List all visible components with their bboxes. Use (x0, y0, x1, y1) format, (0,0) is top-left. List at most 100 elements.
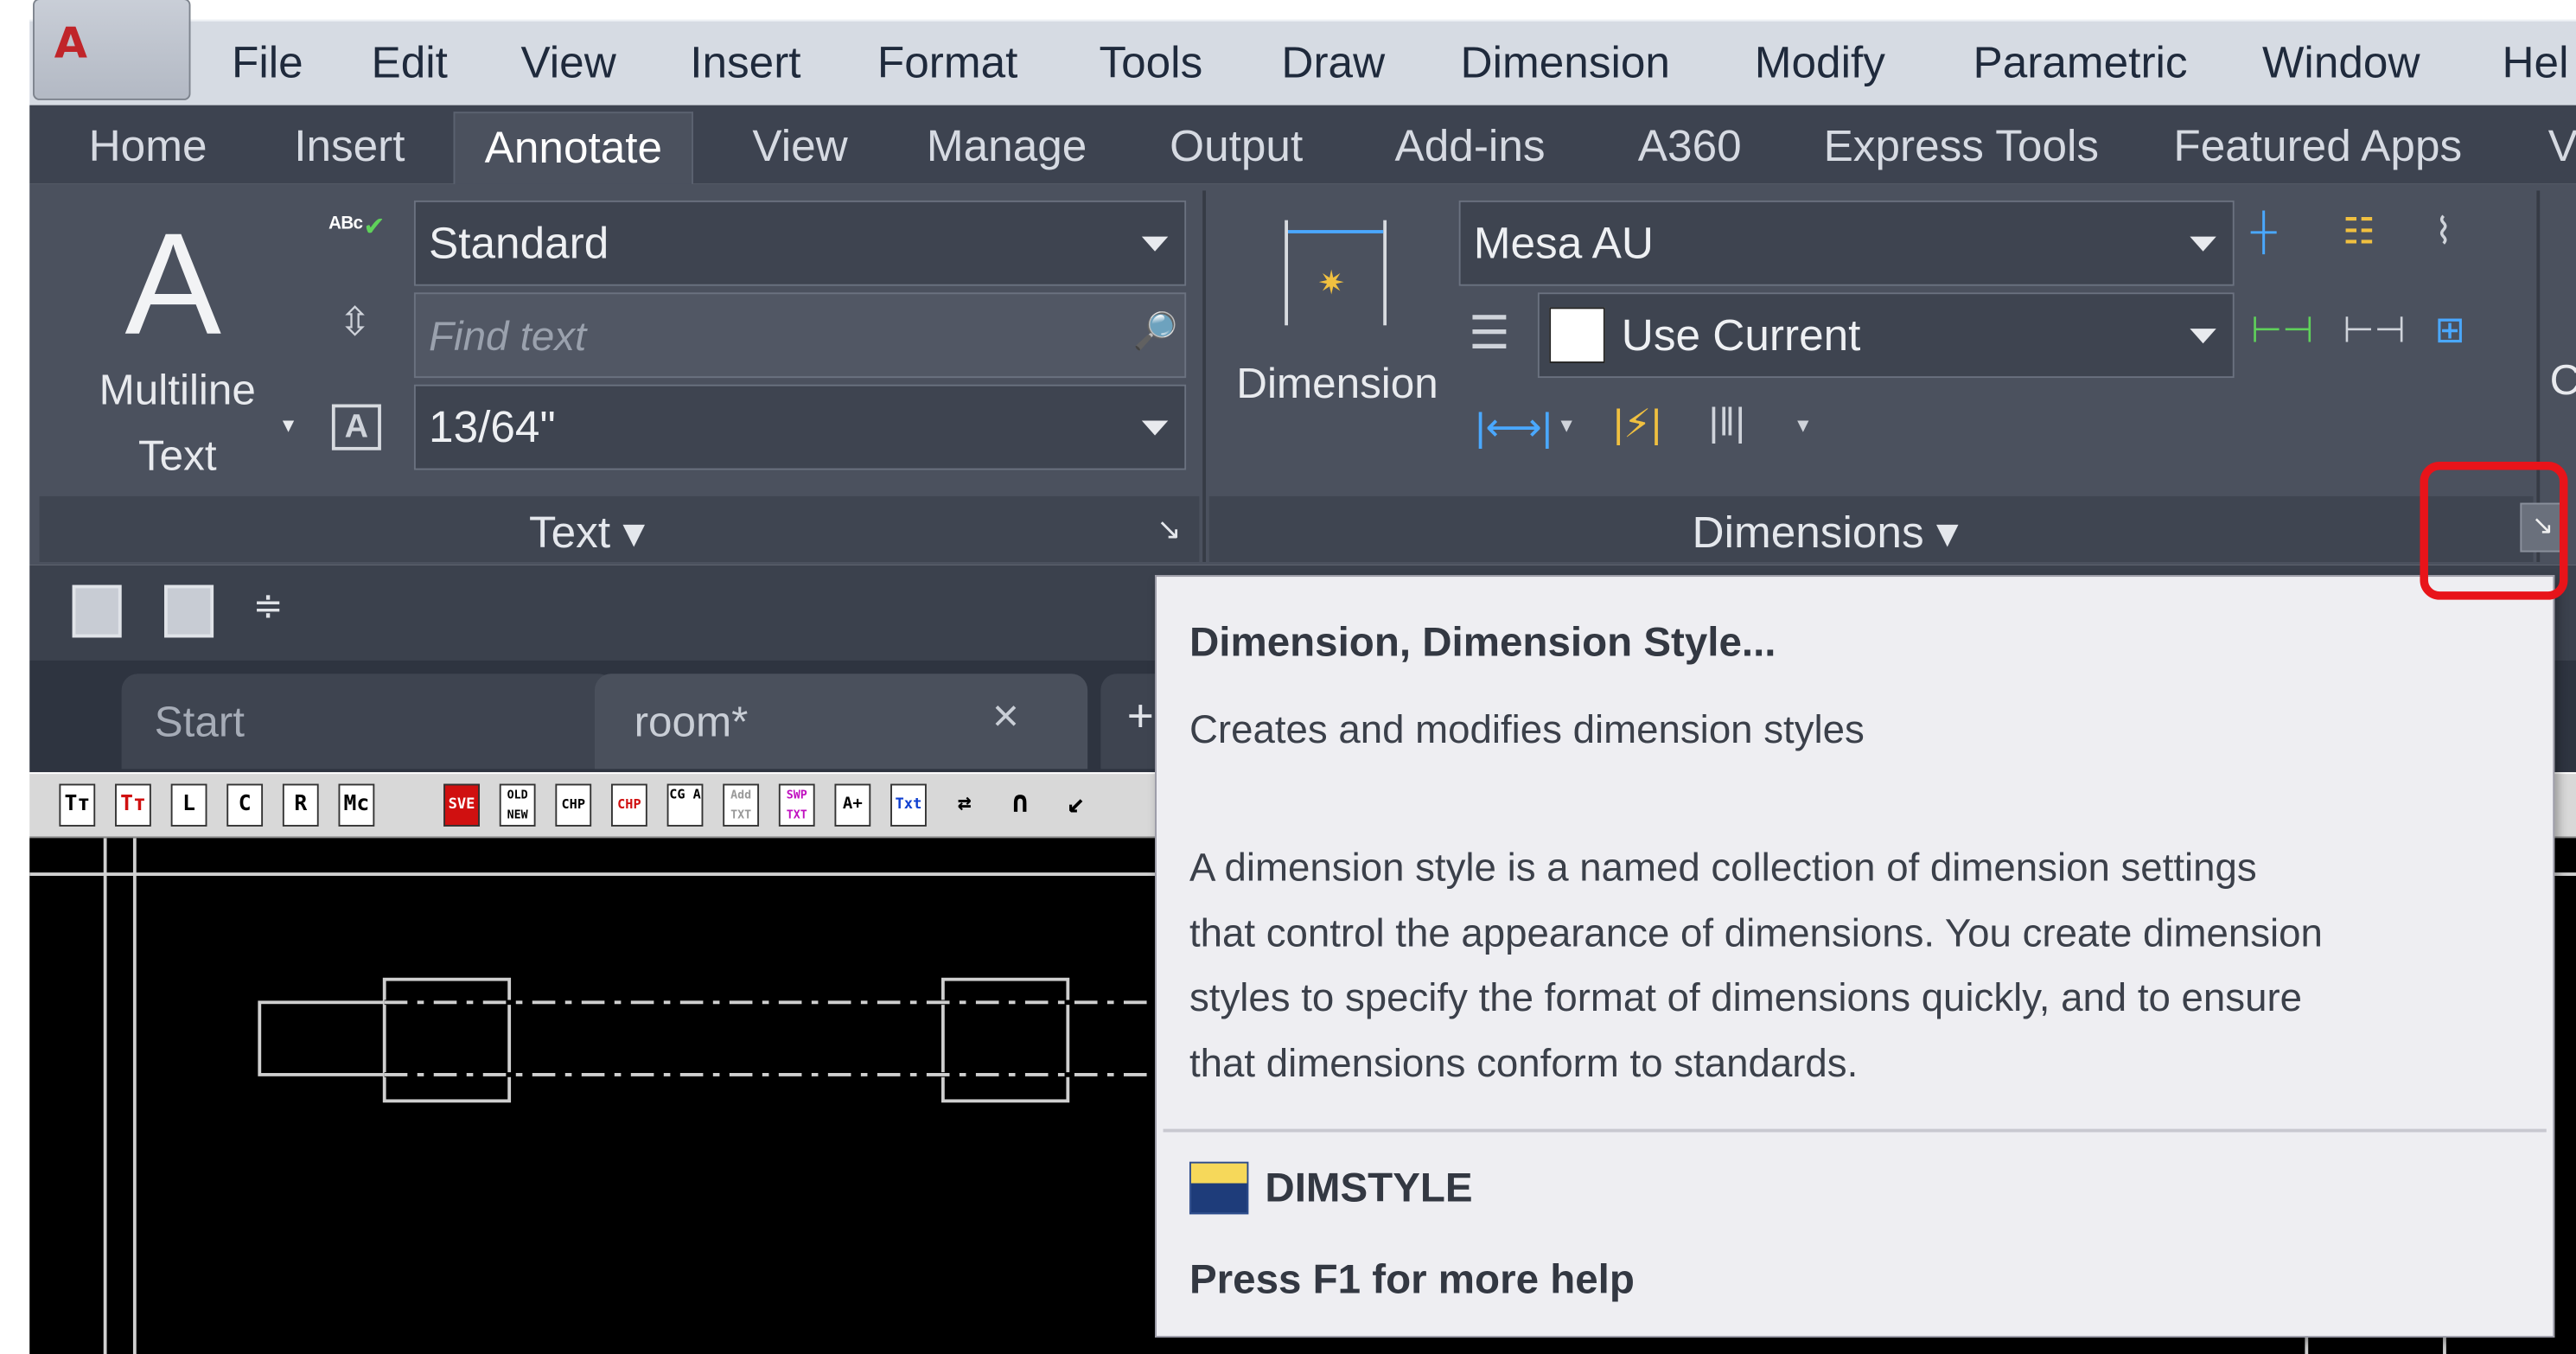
text-height-icon[interactable]: A (331, 404, 381, 450)
menu-help[interactable]: Hel (2502, 38, 2568, 89)
toolbar-add-txt-icon[interactable]: Add TXT (723, 783, 760, 827)
menu-dimension[interactable]: Dimension (1461, 38, 1670, 89)
tooltip-description: A dimension style is a named collection … (1189, 836, 2536, 1095)
layer-stack-icon[interactable]: ☰ (1469, 305, 1510, 360)
adjust-space-icon[interactable]: ☷ (2343, 210, 2375, 252)
menu-modify[interactable]: Modify (1755, 38, 1885, 89)
tooltip-line: styles to specify the format of dimensio… (1189, 975, 2303, 1021)
dimension-style-value: Mesa AU (1473, 218, 1654, 268)
multiline-text-button[interactable]: A Multiline Text (62, 201, 292, 480)
tooltip-line: A dimension style is a named collection … (1189, 846, 2257, 891)
text-height-dropdown[interactable]: 13/64" (413, 384, 1187, 470)
dimension-label: Dimension (1236, 358, 1438, 408)
tab-featured-apps[interactable]: Featured Apps (2173, 122, 2462, 173)
layer-value: Use Current (1621, 310, 1861, 361)
toolbar-c-icon[interactable]: C (226, 783, 264, 827)
tooltip-help-hint: Press F1 for more help (1189, 1256, 1635, 1304)
ribbon-panels: A Multiline Text ▾ ᴬᴮᶜ✔ ⇳ A Standard Fin… (29, 183, 2576, 565)
toolbar-text-icon[interactable]: Tт (59, 783, 96, 827)
toolbar-swap-icon[interactable]: ⇄ (947, 784, 983, 827)
toolbar-old-new-icon[interactable]: OLD NEW (499, 783, 536, 827)
menu-file[interactable]: File (232, 38, 303, 89)
toolbar-r-icon[interactable]: R (282, 783, 319, 827)
text-style-value: Standard (429, 218, 609, 268)
menu-bar: A File Edit View Insert Format Tools Dra… (29, 0, 2576, 105)
dimstyle-command-icon (1189, 1161, 1249, 1215)
dimension-style-tooltip: Dimension, Dimension Style... Creates an… (1155, 575, 2555, 1338)
dimension-button[interactable]: ✷ Dimension (1222, 201, 1452, 480)
toolbar-text-red-icon[interactable]: Tт (115, 783, 151, 827)
launcher-highlight-annotation (2420, 462, 2568, 600)
tooltip-title: Dimension, Dimension Style... (1189, 619, 1776, 666)
big-a-icon: A (124, 201, 222, 365)
next-panel-partial-label: C (2550, 355, 2576, 406)
find-text-input[interactable]: Find text 🔎 (413, 292, 1187, 379)
chevron-down-icon[interactable]: ▾ (1797, 411, 1808, 438)
menu-draw[interactable]: Draw (1281, 38, 1385, 89)
chevron-down-icon (1141, 236, 1169, 252)
dimensions-panel-title[interactable]: Dimensions ▾ (1693, 508, 1959, 559)
customize-dropdown-icon[interactable]: ≑ (253, 585, 284, 628)
find-replace-icon[interactable]: 🔎 (1133, 310, 1178, 353)
menu-edit[interactable]: Edit (372, 38, 448, 89)
toolbar-txt-icon[interactable]: Txt (890, 783, 927, 827)
toolbar-add-text-icon[interactable]: A+ (834, 783, 871, 827)
menu-view[interactable]: View (520, 38, 615, 89)
update-icon[interactable]: ⊢⊣ (2343, 309, 2406, 351)
inspect-icon[interactable]: ⊢⊣ (2251, 309, 2314, 351)
dimension-layer-dropdown[interactable]: Use Current (1537, 292, 2235, 379)
continue-dimension-icon[interactable]: |‖| (1709, 401, 1746, 447)
close-tab-icon[interactable]: × (992, 690, 1019, 743)
linear-dimension-icon[interactable]: |⟷| (1476, 405, 1553, 452)
quick-dimension-icon[interactable]: |⚡| (1613, 401, 1661, 449)
tab-a360[interactable]: A360 (1638, 122, 1742, 173)
plus-icon: + (1126, 690, 1154, 742)
toolbar-swp-txt-icon[interactable]: SWP TXT (778, 783, 815, 827)
toolbar-leader-icon[interactable]: ↙ (1058, 784, 1094, 827)
tab-annotate[interactable]: Annotate (453, 112, 694, 188)
toolbar-chp-icon[interactable]: CHP (555, 783, 592, 827)
jog-line-icon[interactable]: ⌇ (2435, 210, 2452, 252)
reassociate-icon[interactable]: ⊞ (2435, 309, 2465, 351)
text-panel-launcher-icon[interactable]: ↘ (1157, 513, 1182, 547)
tab-add-ins[interactable]: Add-ins (1395, 122, 1546, 173)
menu-parametric[interactable]: Parametric (1973, 38, 2188, 89)
toolbar-mc-icon[interactable]: Mc (338, 783, 375, 827)
tab-manage[interactable]: Manage (927, 122, 1087, 173)
toolbar-chp-red-icon[interactable]: CHP (610, 783, 647, 827)
chevron-down-icon (2190, 236, 2216, 252)
application-button[interactable]: A (33, 0, 191, 100)
menu-insert[interactable]: Insert (690, 38, 800, 89)
tooltip-command: DIMSTYLE (1265, 1165, 1473, 1211)
menu-tools[interactable]: Tools (1099, 38, 1202, 89)
file-tab-room[interactable]: room* × (594, 674, 1088, 770)
tooltip-line: that control the appearance of dimension… (1189, 910, 2323, 956)
toolbar-arc-icon[interactable]: ∩ (1002, 784, 1038, 827)
save-icon[interactable] (72, 584, 122, 638)
chevron-down-icon[interactable]: ▾ (1560, 411, 1572, 438)
toolbar-cg-icon[interactable]: CG A (666, 783, 704, 827)
tab-insert[interactable]: Insert (294, 122, 405, 173)
file-tab-start[interactable]: Start (121, 674, 615, 770)
tab-output[interactable]: Output (1170, 122, 1303, 173)
tab-more[interactable]: V (2548, 122, 2576, 173)
tab-home[interactable]: Home (89, 122, 207, 173)
toolbar-l-icon[interactable]: L (170, 783, 207, 827)
save-as-icon[interactable] (164, 584, 214, 638)
text-style-dropdown[interactable]: Standard (413, 200, 1187, 286)
autocad-window: A File Edit View Insert Format Tools Dra… (0, 0, 2576, 1354)
tab-view[interactable]: View (752, 122, 847, 173)
spell-check-icon[interactable]: ᴬᴮᶜ✔ (328, 210, 386, 243)
dimension-style-dropdown[interactable]: Mesa AU (1458, 200, 2235, 286)
text-panel-title[interactable]: Text ▾ (529, 508, 645, 559)
autocad-logo-icon: A (54, 19, 87, 69)
menu-window[interactable]: Window (2262, 38, 2420, 89)
tab-express-tools[interactable]: Express Tools (1824, 122, 2099, 173)
text-scale-icon[interactable]: ⇳ (339, 299, 372, 347)
file-tab-label: Start (154, 696, 245, 746)
toolbar-save-icon[interactable]: SVE (443, 783, 480, 827)
dimension-break-icon[interactable]: ┼ (2251, 210, 2277, 252)
menu-format[interactable]: Format (877, 38, 1018, 89)
multiline-dropdown-arrow-icon[interactable]: ▾ (283, 411, 294, 438)
file-tab-label: room* (634, 696, 749, 746)
